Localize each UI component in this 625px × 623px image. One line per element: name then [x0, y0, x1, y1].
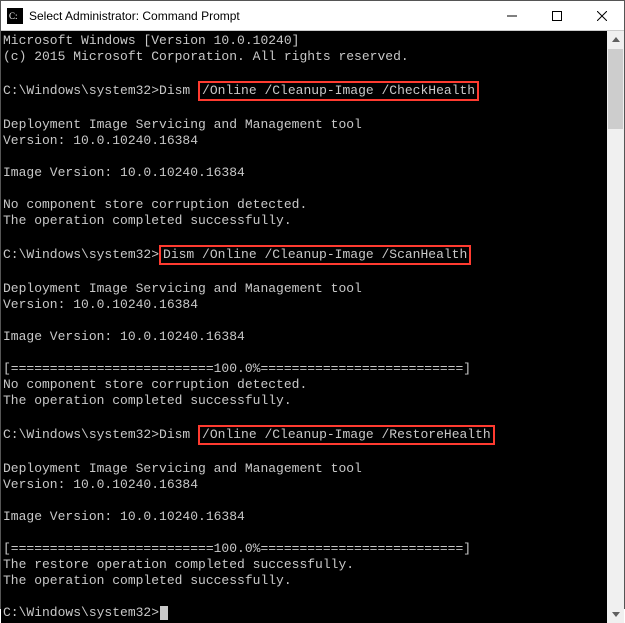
close-button[interactable]	[579, 1, 624, 31]
cmd-dism: Dism	[159, 427, 198, 442]
dism-tool-version: Version: 10.0.10240.16384	[3, 297, 198, 312]
dism-tool-label: Deployment Image Servicing and Managemen…	[3, 281, 362, 296]
image-version: Image Version: 10.0.10240.16384	[3, 165, 245, 180]
vertical-scrollbar[interactable]	[607, 31, 624, 623]
prompt: C:\Windows\system32>	[3, 605, 159, 620]
titlebar[interactable]: C: Select Administrator: Command Prompt	[1, 1, 624, 31]
dism-tool-label: Deployment Image Servicing and Managemen…	[3, 461, 362, 476]
dism-tool-label: Deployment Image Servicing and Managemen…	[3, 117, 362, 132]
highlight-scanhealth: Dism /Online /Cleanup-Image /ScanHealth	[159, 245, 471, 265]
cmd-dism: Dism	[159, 83, 198, 98]
prompt: C:\Windows\system32>	[3, 83, 159, 98]
success-msg: The operation completed successfully.	[3, 213, 292, 228]
no-corruption-msg: No component store corruption detected.	[3, 377, 307, 392]
command-prompt-window: C: Select Administrator: Command Prompt …	[0, 0, 625, 609]
svg-text:C:: C:	[9, 11, 18, 21]
image-version: Image Version: 10.0.10240.16384	[3, 509, 245, 524]
window-title: Select Administrator: Command Prompt	[29, 9, 240, 23]
image-version: Image Version: 10.0.10240.16384	[3, 329, 245, 344]
scroll-up-button[interactable]	[607, 31, 624, 48]
prompt: C:\Windows\system32>	[3, 247, 159, 262]
cursor	[160, 606, 168, 620]
highlight-checkhealth: /Online /Cleanup-Image /CheckHealth	[198, 81, 479, 101]
os-banner: Microsoft Windows [Version 10.0.10240]	[3, 33, 299, 48]
dism-tool-version: Version: 10.0.10240.16384	[3, 477, 198, 492]
cmd-icon: C:	[7, 8, 23, 24]
scroll-thumb[interactable]	[608, 49, 623, 129]
progress-bar: [==========================100.0%=======…	[3, 361, 471, 376]
dism-tool-version: Version: 10.0.10240.16384	[3, 133, 198, 148]
minimize-button[interactable]	[489, 1, 534, 31]
success-msg: The operation completed successfully.	[3, 573, 292, 588]
copyright: (c) 2015 Microsoft Corporation. All righ…	[3, 49, 409, 64]
client-area: Microsoft Windows [Version 10.0.10240](c…	[1, 31, 624, 623]
progress-bar: [==========================100.0%=======…	[3, 541, 471, 556]
prompt: C:\Windows\system32>	[3, 427, 159, 442]
maximize-button[interactable]	[534, 1, 579, 31]
restore-success-msg: The restore operation completed successf…	[3, 557, 354, 572]
highlight-restorehealth: /Online /Cleanup-Image /RestoreHealth	[198, 425, 495, 445]
success-msg: The operation completed successfully.	[3, 393, 292, 408]
terminal-output[interactable]: Microsoft Windows [Version 10.0.10240](c…	[1, 31, 607, 623]
no-corruption-msg: No component store corruption detected.	[3, 197, 307, 212]
